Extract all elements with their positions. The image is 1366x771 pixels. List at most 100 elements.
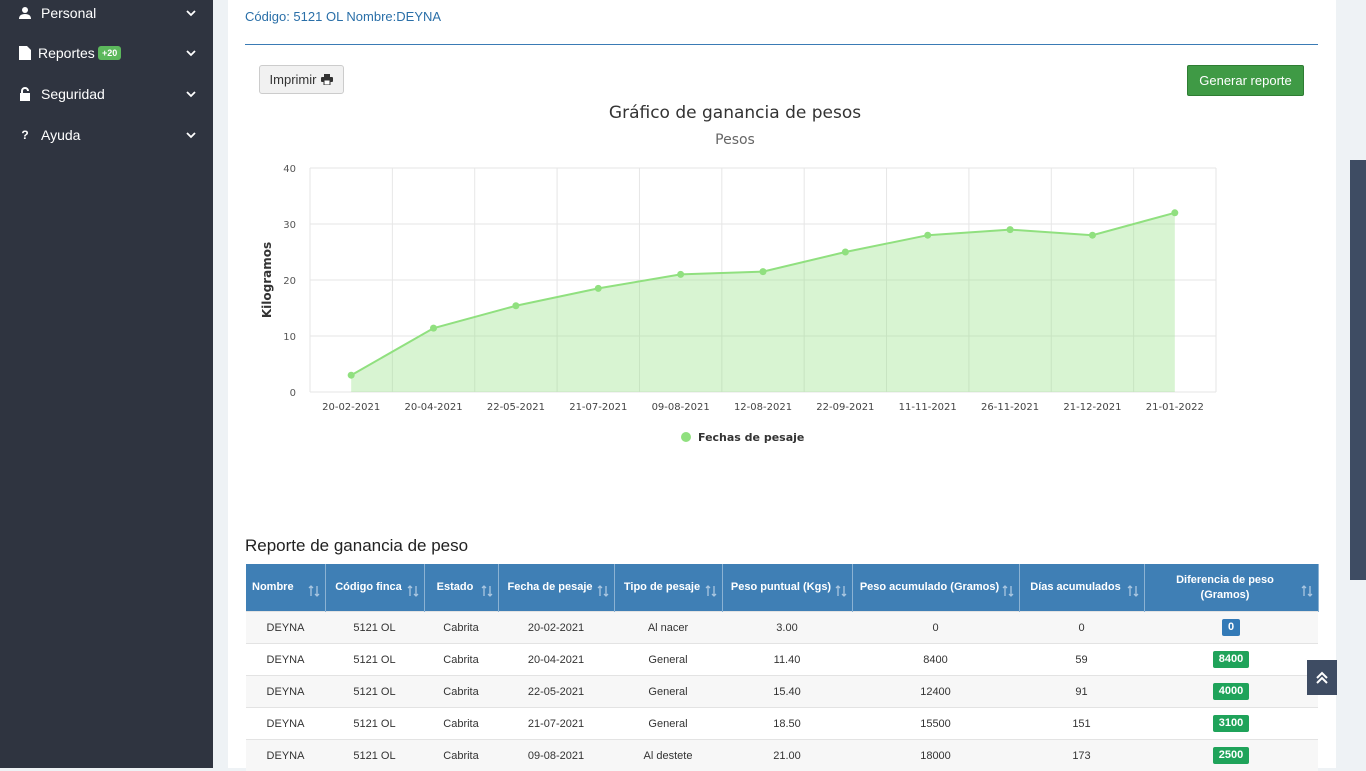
sidebar-item-reportes[interactable]: Reportes +20 [0,35,213,71]
report-title: Reporte de ganancia de peso [245,536,468,556]
column-header[interactable]: Estado [424,564,498,612]
table-cell: General [614,644,722,676]
sort-icon [705,585,717,597]
column-header[interactable]: Diferencia de peso (Gramos) [1144,564,1318,612]
table-cell: Cabrita [424,612,498,644]
column-header[interactable]: Nombre [246,564,325,612]
column-header-label: Fecha de pesaje [508,581,593,593]
table-cell: 22-05-2021 [498,676,614,708]
sort-icon [407,585,419,597]
sidebar-item-label: Ayuda [41,127,80,143]
column-header[interactable]: Peso acumulado (Gramos) [852,564,1019,612]
chevron-down-icon [186,8,196,18]
table-cell: 173 [1019,740,1144,771]
table-cell: Al nacer [614,612,722,644]
column-header-label: Diferencia de peso (Gramos) [1176,574,1274,601]
table-cell: 5121 OL [325,708,424,740]
table-cell: 11.40 [722,644,852,676]
column-header[interactable]: Código finca [325,564,424,612]
x-tick-label: 22-05-2021 [487,402,545,413]
weight-diff-badge: 0 [1222,619,1240,636]
table-cell: DEYNA [246,708,325,740]
table-cell: General [614,676,722,708]
weight-diff-badge: 3100 [1213,715,1249,732]
data-point [430,325,437,332]
table-cell: 8400 [852,644,1019,676]
scrollbar[interactable] [1350,160,1366,580]
file-icon [17,45,33,61]
table-cell: 21-07-2021 [498,708,614,740]
x-tick-label: 12-08-2021 [734,402,792,413]
scroll-to-top-button[interactable] [1307,660,1337,695]
sidebar: Personal Reportes +20 Seguridad ? Ayuda [0,0,213,768]
table-cell: 3.00 [722,612,852,644]
table-cell: Cabrita [424,644,498,676]
weight-diff-badge: 4000 [1213,683,1249,700]
data-point [595,285,602,292]
chart-legend[interactable]: Fechas de pesaje [681,431,804,444]
data-point [348,372,355,379]
y-axis-label: Kilogramos [260,242,274,318]
column-header-label: Peso puntual (Kgs) [731,581,831,593]
x-tick-label: 21-01-2022 [1146,402,1204,413]
table-cell: 3100 [1144,708,1318,740]
divider [245,44,1318,45]
column-header[interactable]: Peso puntual (Kgs) [722,564,852,612]
notification-badge: +20 [98,46,121,60]
table-cell: 18000 [852,740,1019,771]
data-point [1089,232,1096,239]
generate-report-button[interactable]: Generar reporte [1187,65,1304,96]
sort-icon [1301,585,1313,597]
print-button[interactable]: Imprimir [259,65,344,94]
table-cell: 5121 OL [325,676,424,708]
column-header-label: Días acumulados [1030,581,1120,593]
sidebar-item-label: Reportes [38,45,95,61]
data-point [677,271,684,278]
chart-subtitle: Pesos [715,132,755,148]
data-point [512,302,519,309]
report-table: Nombre Código finca Estado Fecha de pesaje T… [246,564,1319,771]
y-tick-label: 40 [283,164,296,175]
sidebar-item-personal[interactable]: Personal [0,0,213,31]
table-cell: 8400 [1144,644,1318,676]
column-header[interactable]: Tipo de pesaje [614,564,722,612]
data-point [924,232,931,239]
table-cell: 2500 [1144,740,1318,771]
sidebar-item-label: Personal [41,5,96,21]
print-button-label: Imprimir [270,72,317,87]
data-point [760,268,767,275]
table-cell: Cabrita [424,676,498,708]
chevron-down-icon [186,89,196,99]
weight-gain-chart: Gráfico de ganancia de pesos Pesos Kilog… [228,95,1336,455]
table-cell: 0 [852,612,1019,644]
y-tick-label: 10 [283,332,296,343]
main-panel: Código: 5121 OL Nombre:DEYNA Imprimir Ge… [228,0,1336,768]
table-cell: 0 [1144,612,1318,644]
data-point [1007,226,1014,233]
table-cell: DEYNA [246,612,325,644]
table-cell: 18.50 [722,708,852,740]
table-cell: 20-04-2021 [498,644,614,676]
column-header[interactable]: Fecha de pesaje [498,564,614,612]
animal-header: Código: 5121 OL Nombre:DEYNA [245,9,441,24]
column-header[interactable]: Días acumulados [1019,564,1144,612]
sidebar-item-label: Seguridad [41,86,105,102]
table-cell: 20-02-2021 [498,612,614,644]
sort-icon [1127,585,1139,597]
table-cell: 151 [1019,708,1144,740]
table-cell: Cabrita [424,740,498,771]
sidebar-item-seguridad[interactable]: Seguridad [0,76,213,112]
users-icon [17,5,33,21]
weight-diff-badge: 2500 [1213,747,1249,764]
table-cell: 0 [1019,612,1144,644]
lock-icon [17,86,33,102]
x-tick-label: 26-11-2021 [981,402,1039,413]
sort-icon [1002,585,1014,597]
question-icon: ? [17,127,33,143]
x-tick-label: 09-08-2021 [652,402,710,413]
data-point [842,249,849,256]
x-tick-label: 20-02-2021 [322,402,380,413]
sidebar-item-ayuda[interactable]: ? Ayuda [0,117,213,153]
table-cell: 59 [1019,644,1144,676]
column-header-label: Código finca [335,581,402,593]
